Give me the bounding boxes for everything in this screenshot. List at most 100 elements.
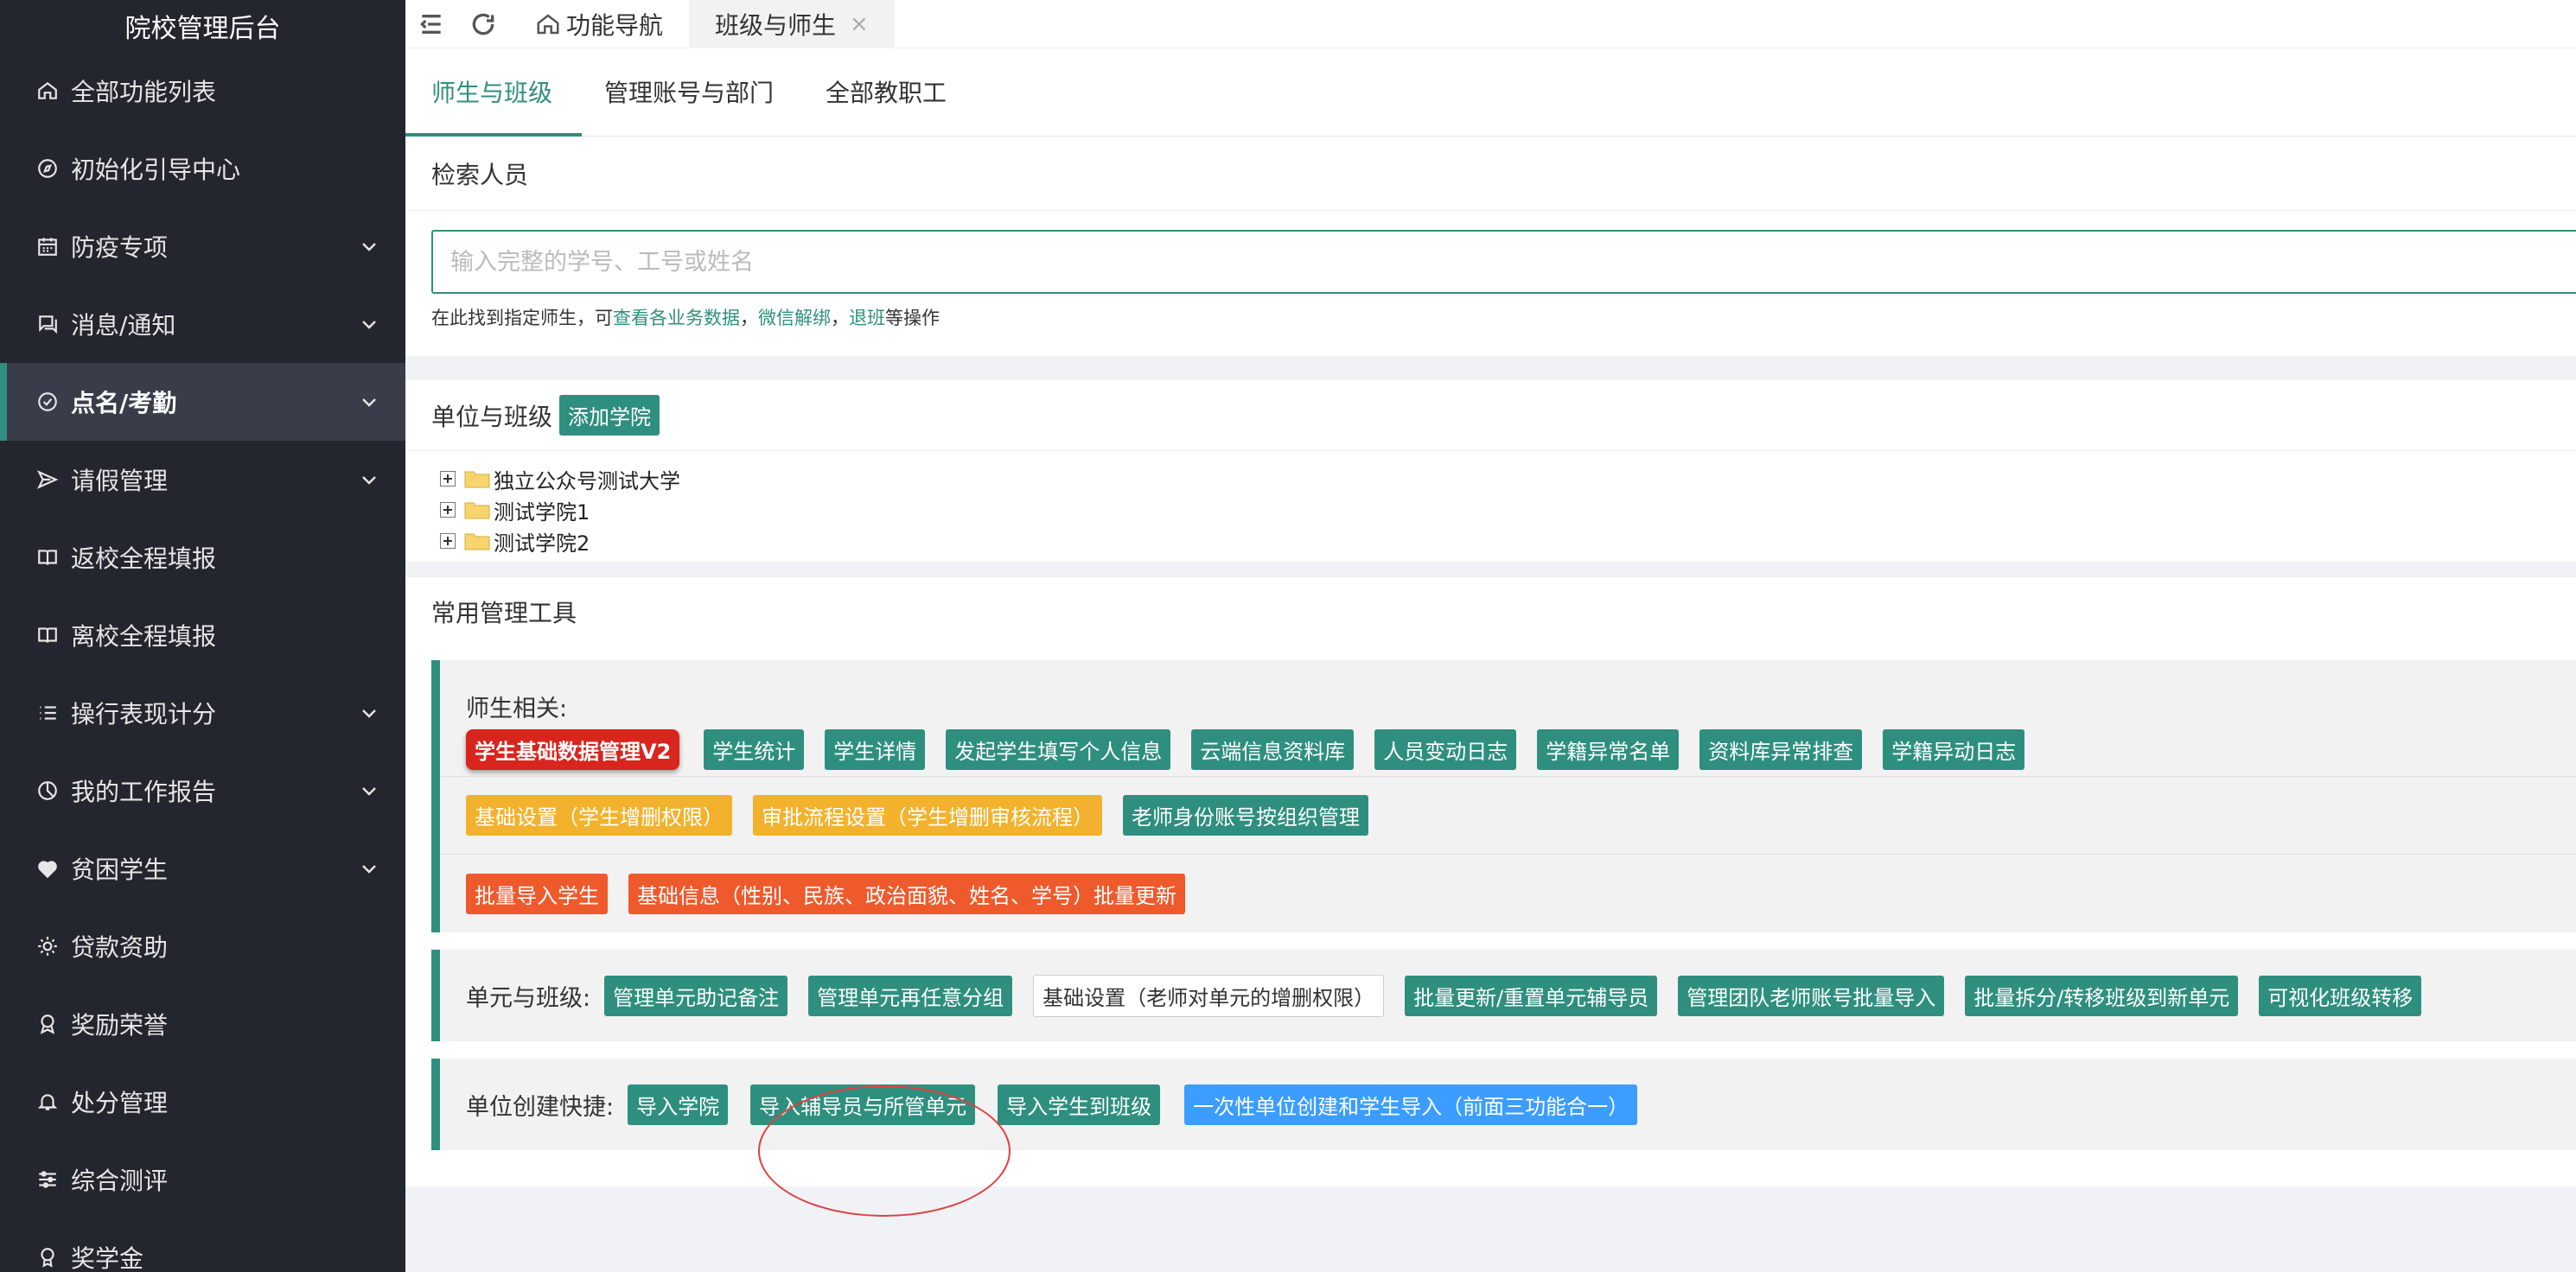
batch-split-class-button[interactable]: 批量拆分/转移班级到新单元 (1965, 975, 2239, 1016)
expand-icon[interactable] (440, 471, 456, 487)
sidebar: 院校管理后台 全部功能列表 初始化引导中心 防疫专项 消息/通知 点名/考勤 请… (0, 0, 405, 1272)
tool-row-3: 批量导入学生 基础信息（性别、民族、政治面貌、姓名、学号）批量更新 (440, 855, 2576, 932)
student-fill-info-button[interactable]: 发起学生填写个人信息 (946, 729, 1171, 770)
chevron-down-icon (359, 236, 379, 257)
sidebar-item-work-report[interactable]: 我的工作报告 (0, 752, 405, 830)
tree-node[interactable]: 测试学院1 (440, 494, 2576, 525)
library-anomaly-check-button[interactable]: 资料库异常排查 (1699, 729, 1863, 770)
sidebar-item-label: 贷款资助 (71, 933, 169, 962)
sidebar-item-label: 我的工作报告 (71, 778, 217, 806)
hint-text: 等操作 (885, 308, 940, 328)
sidebar-item-label: 处分管理 (71, 1089, 169, 1117)
student-base-data-v2-button[interactable]: 学生基础数据管理V2 (466, 729, 680, 770)
add-college-button[interactable]: 添加学院 (559, 395, 660, 436)
expand-icon[interactable] (440, 533, 456, 549)
tab-function-nav[interactable]: 功能导航 (509, 0, 689, 48)
search-hint: 在此找到指定师生，可查看各业务数据，微信解绑，退班等操作 (431, 304, 2576, 330)
tab-all-staff[interactable]: 全部教职工 (800, 48, 972, 136)
view-business-data-link[interactable]: 查看各业务数据 (613, 308, 740, 328)
sidebar-item-label: 点名/考勤 (71, 389, 177, 417)
sidebar-item-conduct-score[interactable]: 操行表现计分 (0, 674, 405, 752)
teacher-student-tools: 师生相关: 学生基础数据管理V2 学生统计 学生详情 发起学生填写个人信息 云端… (431, 660, 2576, 932)
sidebar-item-evaluation[interactable]: 综合测评 (0, 1141, 405, 1218)
expand-icon[interactable] (440, 502, 456, 518)
sidebar-item-discipline[interactable]: 处分管理 (0, 1063, 405, 1141)
unit-regroup-button[interactable]: 管理单元再任意分组 (808, 975, 1013, 1016)
sidebar-item-leave[interactable]: 请假管理 (0, 441, 405, 518)
sidebar-nav: 全部功能列表 初始化引导中心 防疫专项 消息/通知 点名/考勤 请假管理 返校全… (0, 52, 405, 1272)
sidebar-item-return-school[interactable]: 返校全程填报 (0, 518, 405, 596)
quick-create-tools: 单位创建快捷: 导入学院 导入辅导员与所管单元 导入学生到班级 一次性单位创建和… (431, 1059, 2576, 1150)
personnel-change-log-button[interactable]: 人员变动日志 (1374, 729, 1517, 770)
chat-icon (36, 313, 59, 335)
chevron-down-icon (359, 780, 379, 801)
sidebar-item-attendance[interactable]: 点名/考勤 (0, 363, 405, 441)
import-counselor-button[interactable]: 导入辅导员与所管单元 (750, 1084, 976, 1125)
team-teacher-import-button[interactable]: 管理团队老师账号批量导入 (1678, 975, 1945, 1016)
list-icon (36, 702, 59, 724)
sidebar-item-leave-school[interactable]: 离校全程填报 (0, 596, 405, 674)
folder-icon (464, 533, 490, 550)
batch-reset-counselor-button[interactable]: 批量更新/重置单元辅导员 (1405, 975, 1658, 1016)
chevron-down-icon (359, 703, 379, 723)
import-college-button[interactable]: 导入学院 (628, 1084, 729, 1125)
heart-icon (36, 857, 59, 880)
sidebar-item-poor-students[interactable]: 贫困学生 (0, 830, 405, 907)
sidebar-item-scholarship[interactable]: 奖学金 (0, 1218, 405, 1272)
tab-label: 班级与师生 (715, 10, 837, 40)
cloud-info-library-button[interactable]: 云端信息资料库 (1191, 729, 1355, 770)
sidebar-item-label: 离校全程填报 (71, 622, 217, 651)
chevron-down-icon (359, 314, 379, 334)
batch-update-basic-info-button[interactable]: 基础信息（性别、民族、政治面貌、姓名、学号）批量更新 (628, 873, 1185, 914)
import-students-to-class-button[interactable]: 导入学生到班级 (998, 1084, 1161, 1125)
student-detail-button[interactable]: 学生详情 (825, 729, 926, 770)
visual-class-transfer-button[interactable]: 可视化班级转移 (2259, 975, 2422, 1016)
status-change-log-button[interactable]: 学籍异动日志 (1883, 729, 2025, 770)
basic-settings-unit-perm-button[interactable]: 基础设置（老师对单元的增删权限） (1033, 974, 1385, 1017)
sidebar-item-epidemic[interactable]: 防疫专项 (0, 207, 405, 285)
send-icon (36, 468, 59, 491)
menu-toggle-icon[interactable] (405, 0, 457, 48)
tab-accounts-and-departments[interactable]: 管理账号与部门 (578, 48, 800, 136)
wechat-unbind-link[interactable]: 微信解绑 (758, 308, 831, 328)
batch-import-students-button[interactable]: 批量导入学生 (466, 873, 608, 914)
sidebar-item-loan-aid[interactable]: 贷款资助 (0, 907, 405, 985)
tree-node[interactable]: 测试学院2 (440, 525, 2576, 556)
tab-class-and-people[interactable]: 班级与师生 × (689, 0, 895, 48)
withdraw-class-link[interactable]: 退班 (849, 308, 885, 328)
tree-node-label: 测试学院2 (494, 531, 590, 556)
compass-icon (36, 157, 59, 180)
book-icon (36, 624, 59, 646)
close-icon[interactable]: × (850, 11, 869, 37)
search-input[interactable] (431, 230, 2576, 294)
check-circle-icon (36, 391, 59, 413)
sidebar-item-all-functions[interactable]: 全部功能列表 (0, 52, 405, 130)
status-abnormal-list-button[interactable]: 学籍异常名单 (1537, 729, 1680, 770)
refresh-icon[interactable] (457, 0, 509, 48)
units-card: 单位与班级 添加学院 独立公众号测试大学 测试学院1 测试学院2 (405, 380, 2576, 562)
unit-class-row: 单元与班级: 管理单元助记备注 管理单元再任意分组 基础设置（老师对单元的增删权… (440, 950, 2576, 1041)
teacher-account-org-button[interactable]: 老师身份账号按组织管理 (1123, 795, 1368, 836)
unit-memo-button[interactable]: 管理单元助记备注 (604, 975, 788, 1016)
sub-tabs: 师生与班级 管理账号与部门 全部教职工 (405, 48, 2576, 137)
sidebar-item-awards[interactable]: 奖励荣誉 (0, 985, 405, 1063)
top-tabbar: 功能导航 班级与师生 × (405, 0, 2576, 48)
tab-students-and-classes[interactable]: 师生与班级 (405, 48, 583, 137)
book-icon (36, 546, 59, 569)
medal-icon (36, 1013, 59, 1035)
app-title: 院校管理后台 (0, 0, 405, 52)
home-icon (537, 13, 559, 34)
tree-node[interactable]: 独立公众号测试大学 (440, 463, 2576, 494)
basic-settings-student-perm-button[interactable]: 基础设置（学生增删权限） (466, 795, 732, 836)
hint-separator: ， (740, 308, 758, 328)
section-title: 师生相关: (466, 696, 568, 722)
teacher-student-title: 师生相关: (440, 660, 2576, 723)
sidebar-item-messages[interactable]: 消息/通知 (0, 285, 405, 363)
sidebar-item-label: 操行表现计分 (71, 700, 217, 728)
bell-icon (36, 1091, 59, 1113)
home-icon (36, 80, 59, 102)
one-step-create-import-button[interactable]: 一次性单位创建和学生导入（前面三功能合一） (1184, 1084, 1638, 1125)
approval-flow-settings-button[interactable]: 审批流程设置（学生增删审核流程） (753, 795, 1102, 836)
sidebar-item-init-guide[interactable]: 初始化引导中心 (0, 130, 405, 207)
student-stats-button[interactable]: 学生统计 (704, 729, 805, 770)
